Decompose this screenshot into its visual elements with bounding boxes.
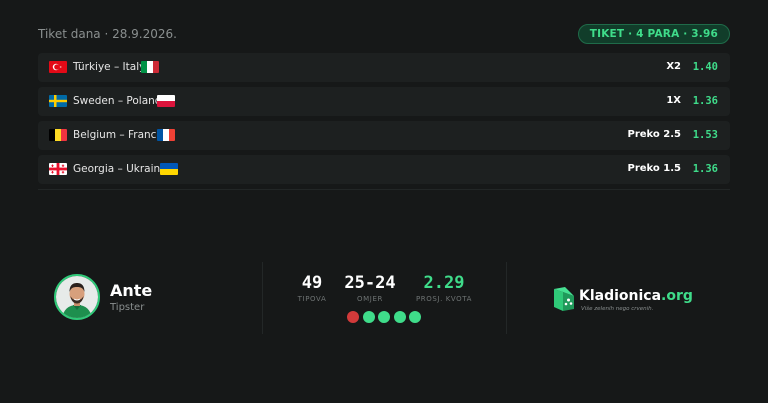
poland-flag-icon xyxy=(157,95,175,107)
turkey-flag-icon xyxy=(49,61,67,73)
ukraine-flag-icon xyxy=(160,163,178,175)
bet-pick: X2 xyxy=(666,61,681,72)
tipster-stats: 49 TIPOVA 25-24 OMJER 2.29 PROSJ. KVOTA xyxy=(290,272,480,332)
stat-ratio-label: OMJER xyxy=(357,295,383,303)
bet-pick: Preko 2.5 xyxy=(627,129,682,140)
brand-name: Kladionica.org xyxy=(579,288,693,304)
bet-odds: 1.36 xyxy=(692,95,718,107)
brand-name-suffix: .org xyxy=(661,288,693,304)
brand-tagline: Više zelenih nego crvenih. xyxy=(581,306,654,312)
belgium-flag-icon xyxy=(49,129,67,141)
match-row: Belgium – France Preko 2.5 1.53 xyxy=(38,121,730,150)
stat-tips-value: 49 xyxy=(301,273,323,293)
match-name: Georgia – Ukraine xyxy=(73,163,167,175)
match-name: Belgium – France xyxy=(73,129,163,141)
match-list: Türkiye – Italy X2 1.40 Sweden – Poland … xyxy=(38,53,730,189)
streak-dot-win xyxy=(409,311,421,323)
stat-ratio: 25-24 OMJER xyxy=(338,272,402,303)
ticket-date-title: Tiket dana · 28.9.2026. xyxy=(38,27,177,41)
ticket-summary-badge: TIKET · 4 PARA · 3.96 xyxy=(577,24,730,44)
section-divider xyxy=(38,189,730,190)
stat-avg-odds-value: 2.29 xyxy=(423,273,465,293)
form-streak xyxy=(347,311,427,324)
kladionica-logo-icon xyxy=(554,287,574,311)
match-row: Georgia – Ukraine Preko 1.5 1.36 xyxy=(38,155,730,184)
brand-name-main: Kladionica xyxy=(579,288,662,304)
match-name: Sweden – Poland xyxy=(73,95,162,107)
bet-odds: 1.53 xyxy=(692,129,718,141)
vertical-divider xyxy=(262,262,263,334)
tipster-name: Ante xyxy=(110,281,153,300)
bet-odds: 1.36 xyxy=(692,163,718,175)
bet-pick: Preko 1.5 xyxy=(627,163,682,174)
bet-odds: 1.40 xyxy=(692,61,718,73)
streak-dot-win xyxy=(378,311,390,323)
france-flag-icon xyxy=(157,129,175,141)
stat-ratio-value: 25-24 xyxy=(344,273,396,293)
stat-tips-label: TIPOVA xyxy=(297,295,327,303)
stat-avg-odds-label: PROSJ. KVOTA xyxy=(415,295,473,303)
stat-tips: 49 TIPOVA xyxy=(292,272,332,303)
ticket-header: Tiket dana · 28.9.2026. TIKET · 4 PARA ·… xyxy=(38,24,730,44)
tipster-avatar-icon xyxy=(54,274,100,320)
georgia-flag-icon xyxy=(49,163,67,175)
italy-flag-icon xyxy=(141,61,159,73)
streak-dot-win xyxy=(363,311,375,323)
tipster-role: Tipster xyxy=(110,302,145,313)
match-name: Türkiye – Italy xyxy=(73,61,146,73)
sweden-flag-icon xyxy=(49,95,67,107)
match-row: Sweden – Poland 1X 1.36 xyxy=(38,87,730,116)
stat-avg-odds: 2.29 PROSJ. KVOTA xyxy=(408,272,480,303)
bet-pick: 1X xyxy=(666,95,681,106)
streak-dot-win xyxy=(394,311,406,323)
match-row: Türkiye – Italy X2 1.40 xyxy=(38,53,730,82)
streak-dot-loss xyxy=(347,311,359,323)
vertical-divider xyxy=(506,262,507,334)
